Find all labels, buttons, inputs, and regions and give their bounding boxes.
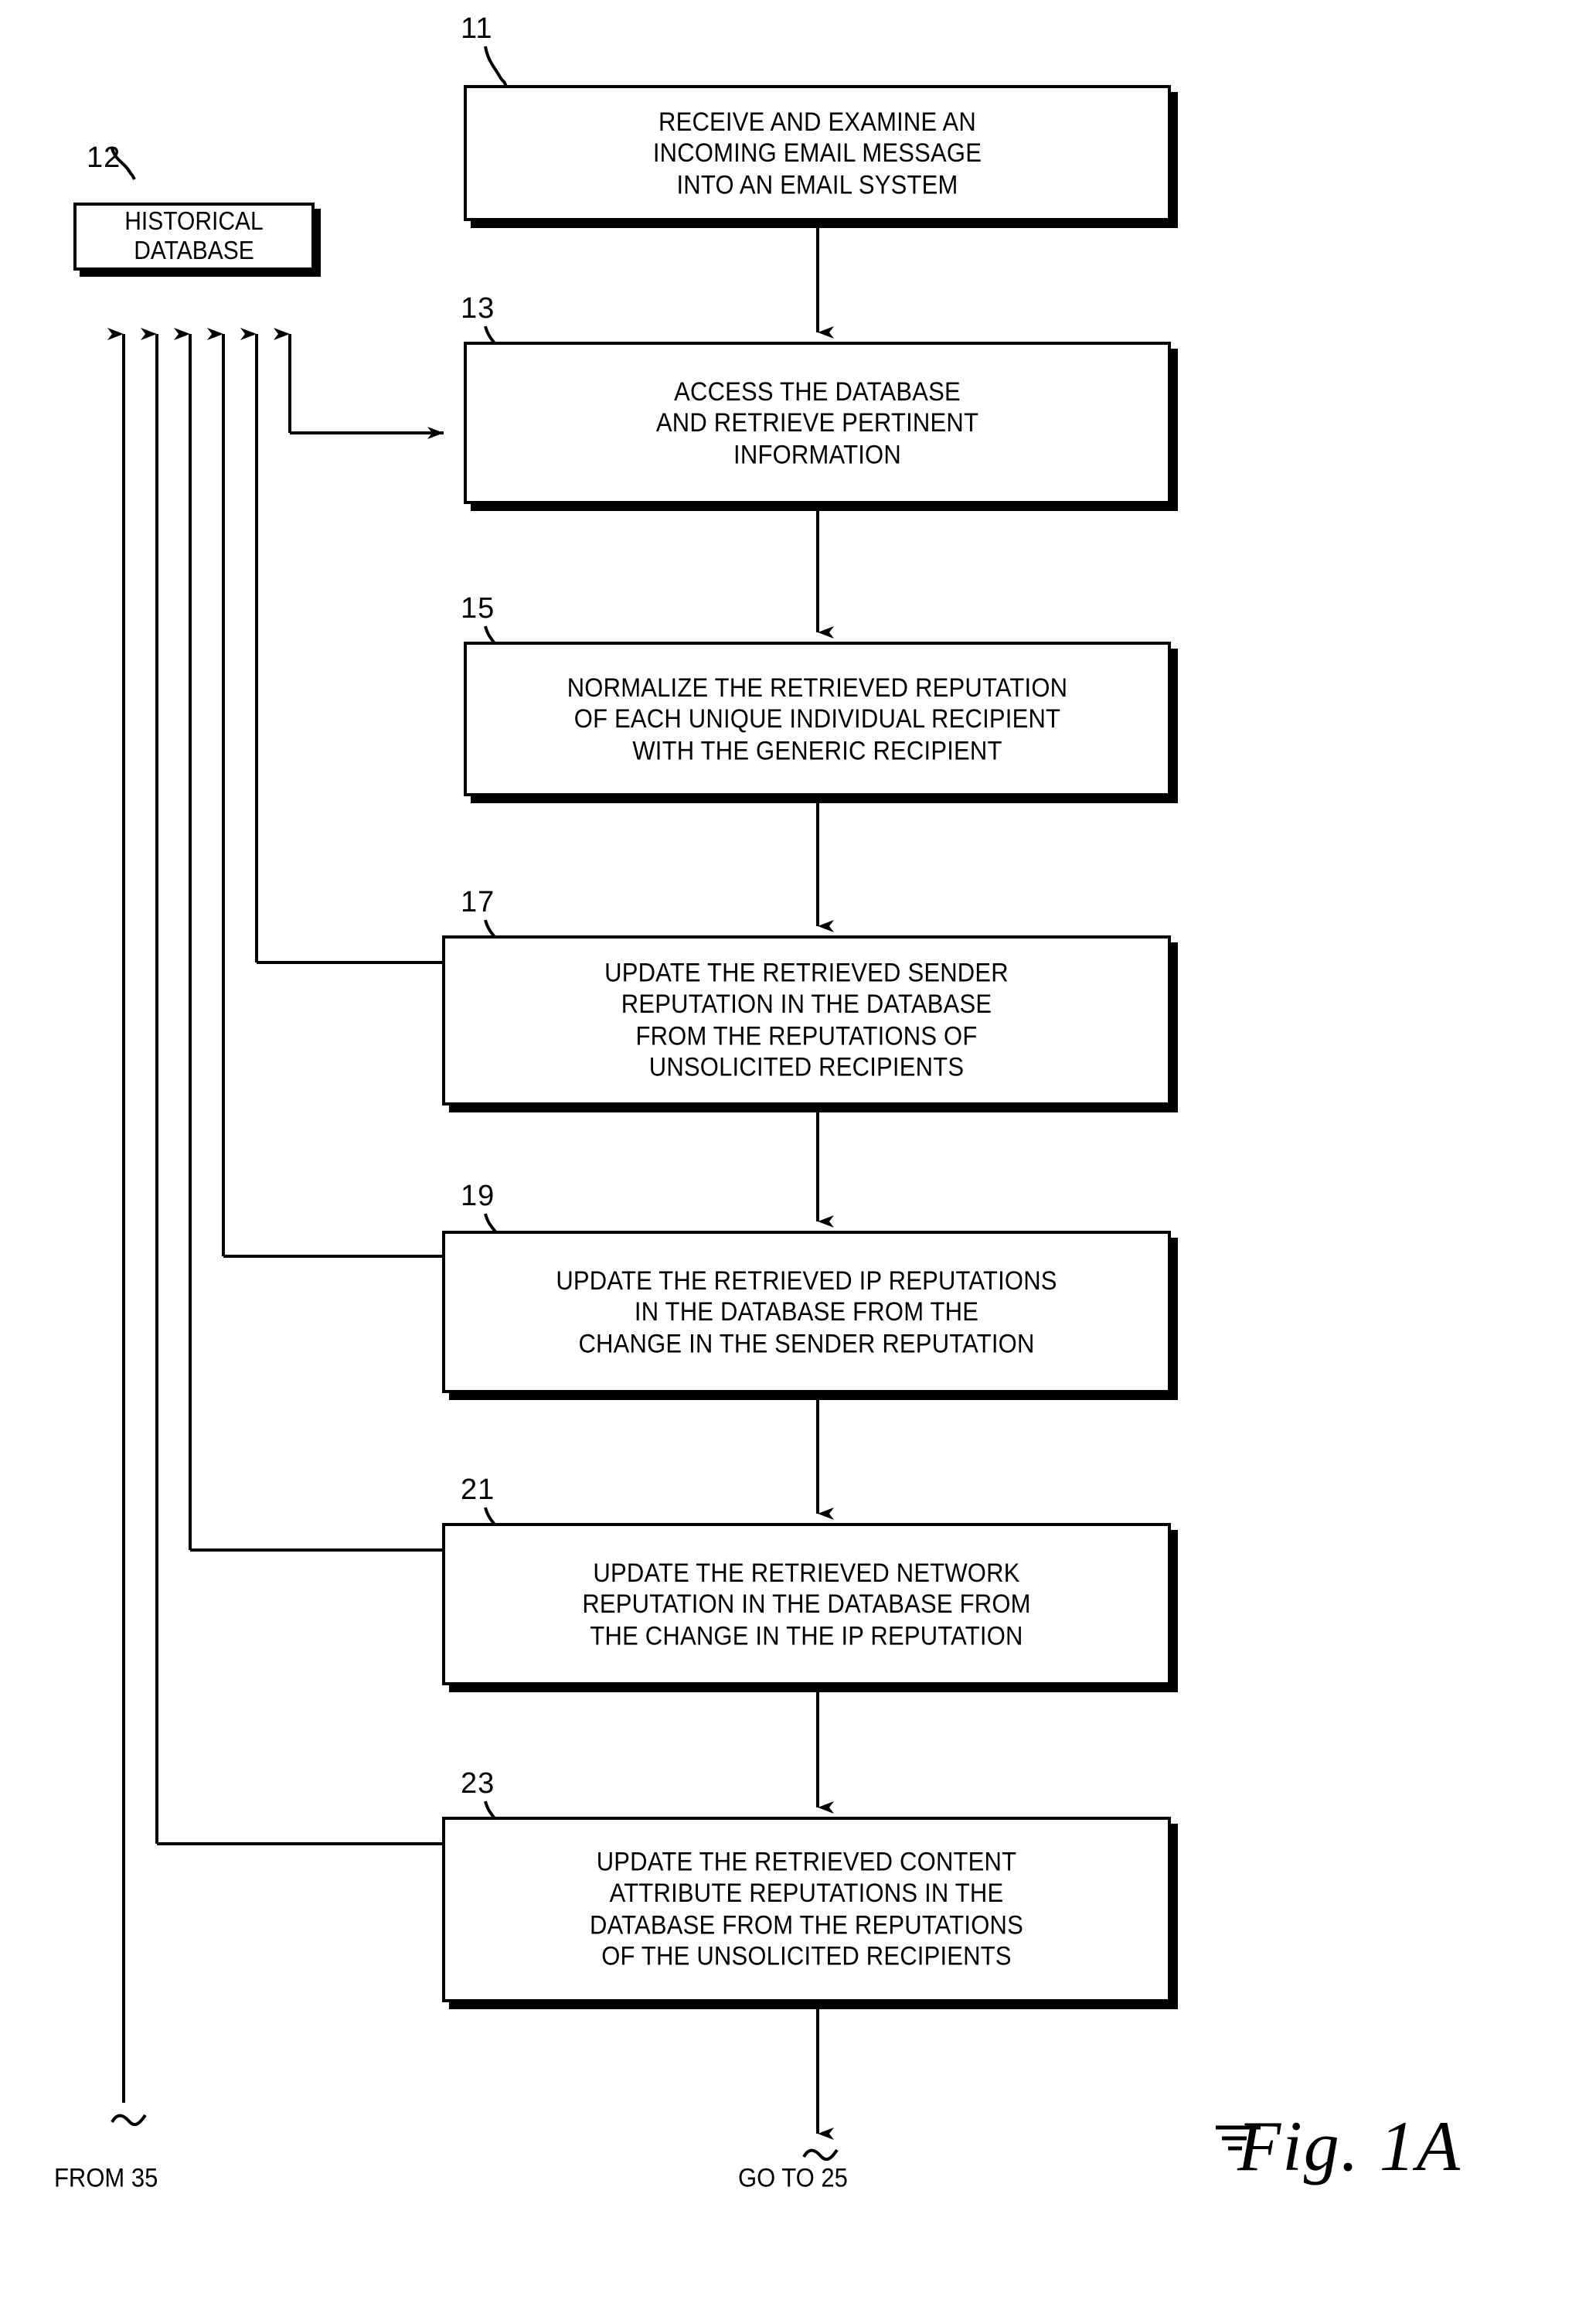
step-box-23: UPDATE THE RETRIEVED CONTENT ATTRIBUTE R… [442, 1817, 1171, 2002]
step-box-11-text: RECEIVE AND EXAMINE AN INCOMING EMAIL ME… [652, 106, 982, 199]
step-box-23-text: UPDATE THE RETRIEVED CONTENT ATTRIBUTE R… [590, 1846, 1023, 1971]
historical-database-box: HISTORICAL DATABASE [73, 203, 315, 271]
ref-numeral-11: 11 [461, 12, 493, 45]
step-box-15-text: NORMALIZE THE RETRIEVED REPUTATION OF EA… [567, 672, 1068, 765]
step-box-13-text: ACCESS THE DATABASE AND RETRIEVE PERTINE… [655, 376, 979, 469]
ref-numeral-15: 15 [461, 592, 495, 625]
step-box-15: NORMALIZE THE RETRIEVED REPUTATION OF EA… [464, 642, 1171, 796]
from-35-label: FROM 35 [54, 2162, 158, 2193]
patent-figure-page: HISTORICAL DATABASE 12 RECEIVE AND EXAMI… [0, 0, 1596, 2320]
go-to-25-label: GO TO 25 [738, 2162, 848, 2193]
step-box-19-text: UPDATE THE RETRIEVED IP REPUTATIONS IN T… [556, 1265, 1057, 1358]
ref-numeral-13: 13 [461, 292, 495, 325]
caption-flourish-icon [1216, 2125, 1261, 2151]
step-box-21: UPDATE THE RETRIEVED NETWORK REPUTATION … [442, 1523, 1171, 1685]
ref-numeral-12: 12 [87, 141, 121, 174]
step-box-11: RECEIVE AND EXAMINE AN INCOMING EMAIL ME… [464, 85, 1171, 221]
step-box-17: UPDATE THE RETRIEVED SENDER REPUTATION I… [442, 935, 1171, 1105]
ref-numeral-23: 23 [461, 1767, 495, 1800]
historical-database-label: HISTORICAL DATABASE [124, 207, 264, 265]
step-box-19: UPDATE THE RETRIEVED IP REPUTATIONS IN T… [442, 1231, 1171, 1393]
figure-caption: Fig. 1A [1216, 2110, 1462, 2182]
step-box-13: ACCESS THE DATABASE AND RETRIEVE PERTINE… [464, 342, 1171, 504]
ref-numeral-21: 21 [461, 1473, 495, 1506]
ref-numeral-17: 17 [461, 886, 495, 918]
step-box-17-text: UPDATE THE RETRIEVED SENDER REPUTATION I… [604, 957, 1009, 1082]
step-box-21-text: UPDATE THE RETRIEVED NETWORK REPUTATION … [582, 1557, 1031, 1651]
ref-numeral-19: 19 [461, 1180, 495, 1212]
